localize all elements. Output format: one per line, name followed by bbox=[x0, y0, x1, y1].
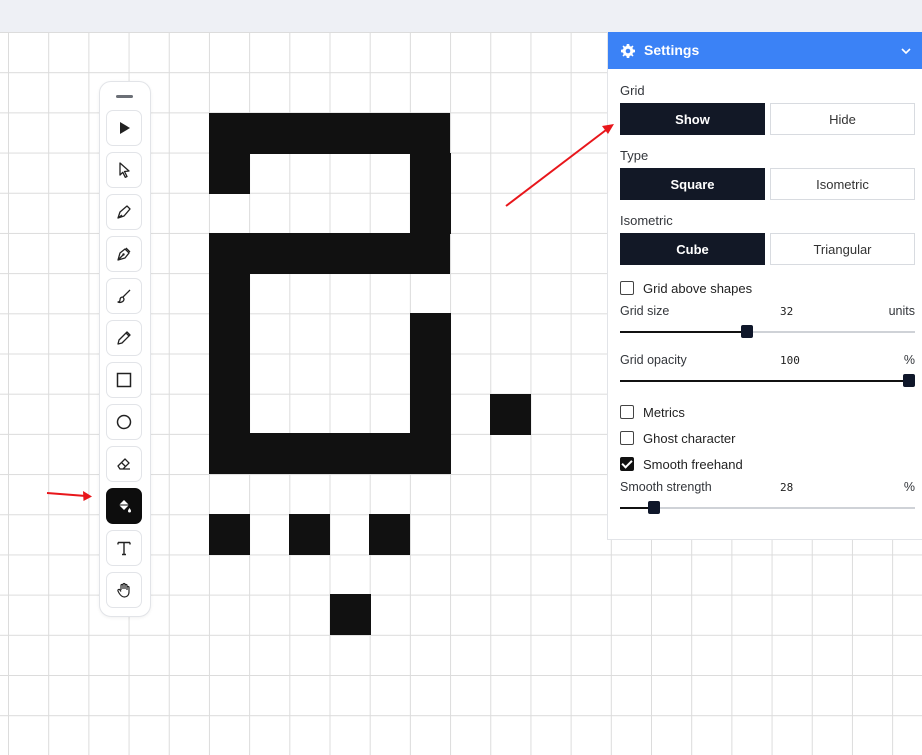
ghost-character-label: Ghost character bbox=[643, 430, 736, 446]
ellipse-tool-button[interactable] bbox=[106, 404, 142, 440]
brush-tool-button[interactable] bbox=[106, 278, 142, 314]
pen-tool-button[interactable] bbox=[106, 236, 142, 272]
grid-size-value: 32 bbox=[780, 305, 794, 318]
pixel-cell bbox=[490, 394, 531, 435]
nib-tool-button[interactable] bbox=[106, 194, 142, 230]
metrics-row[interactable]: Metrics bbox=[620, 404, 685, 420]
fill-tool-button[interactable] bbox=[106, 488, 142, 524]
grid-above-shapes-label: Grid above shapes bbox=[643, 280, 753, 296]
brush-nib-icon bbox=[117, 205, 131, 219]
chevron-down-icon[interactable] bbox=[899, 44, 913, 58]
gear-icon bbox=[621, 44, 635, 58]
grid-opacity-label: Grid opacity bbox=[620, 353, 687, 367]
settings-panel: Settings Grid Show Hide Type Square Isom… bbox=[607, 32, 922, 540]
pixel-cell bbox=[289, 514, 330, 555]
hand-icon bbox=[117, 582, 130, 598]
text-tool-button[interactable] bbox=[106, 530, 142, 566]
ghost-character-row[interactable]: Ghost character bbox=[620, 430, 736, 446]
metrics-checkbox[interactable] bbox=[620, 405, 634, 419]
grid-opacity-thumb[interactable] bbox=[903, 374, 915, 387]
drag-handle[interactable] bbox=[116, 95, 133, 98]
smooth-strength-row: Smooth strength 28 % bbox=[620, 480, 915, 496]
tool-palette bbox=[99, 81, 151, 617]
grid-size-row: Grid size 32 units bbox=[620, 304, 915, 320]
isometric-cube-button[interactable]: Cube bbox=[620, 233, 765, 265]
select-tool-button[interactable] bbox=[106, 110, 142, 146]
grid-size-label: Grid size bbox=[620, 304, 670, 318]
smooth-freehand-checkbox[interactable] bbox=[620, 457, 634, 471]
settings-title: Settings bbox=[644, 42, 700, 58]
type-isometric-button[interactable]: Isometric bbox=[770, 168, 915, 200]
metrics-label: Metrics bbox=[643, 404, 685, 420]
type-square-button[interactable]: Square bbox=[620, 168, 765, 200]
grid-opacity-fill bbox=[620, 380, 915, 382]
smooth-strength-unit: % bbox=[903, 480, 915, 494]
rectangle-tool-button[interactable] bbox=[106, 362, 142, 398]
grid-opacity-row: Grid opacity 100 % bbox=[620, 353, 915, 369]
grid-label: Grid bbox=[620, 83, 645, 98]
smooth-strength-slider[interactable] bbox=[620, 501, 915, 514]
eraser-icon bbox=[117, 458, 130, 470]
paintbrush-icon bbox=[117, 289, 131, 304]
pixel-cell bbox=[209, 433, 450, 474]
type-toggle: Square Isometric bbox=[620, 168, 915, 200]
pencil-tool-button[interactable] bbox=[106, 320, 142, 356]
grid-show-button[interactable]: Show bbox=[620, 103, 765, 135]
text-icon bbox=[117, 541, 131, 556]
grid-opacity-unit: % bbox=[903, 353, 915, 367]
smooth-strength-label: Smooth strength bbox=[620, 480, 712, 494]
pixel-cell bbox=[209, 233, 450, 274]
smooth-freehand-row[interactable]: Smooth freehand bbox=[620, 456, 743, 472]
pixel-cell bbox=[369, 514, 410, 555]
top-bar bbox=[0, 0, 922, 33]
pencil-icon bbox=[117, 331, 131, 345]
smooth-strength-value: 28 bbox=[780, 481, 794, 494]
grid-above-shapes-checkbox[interactable] bbox=[620, 281, 634, 295]
pixel-cell bbox=[209, 153, 250, 194]
grid-opacity-slider[interactable] bbox=[620, 374, 915, 387]
grid-opacity-value: 100 bbox=[780, 354, 800, 367]
pen-icon bbox=[117, 247, 131, 261]
pixel-cell bbox=[330, 594, 371, 635]
grid-size-thumb[interactable] bbox=[741, 325, 753, 338]
type-label: Type bbox=[620, 148, 649, 163]
isometric-label: Isometric bbox=[620, 213, 673, 228]
settings-header[interactable]: Settings bbox=[608, 32, 922, 69]
grid-size-slider[interactable] bbox=[620, 325, 915, 338]
isometric-triangular-button[interactable]: Triangular bbox=[770, 233, 915, 265]
smooth-freehand-label: Smooth freehand bbox=[643, 456, 743, 472]
ghost-character-checkbox[interactable] bbox=[620, 431, 634, 445]
fill-bucket-icon bbox=[117, 500, 131, 513]
grid-above-shapes-row[interactable]: Grid above shapes bbox=[620, 280, 752, 296]
play-select-icon bbox=[120, 122, 130, 134]
pointer-tool-button[interactable] bbox=[106, 152, 142, 188]
pixel-cell bbox=[209, 113, 450, 154]
grid-toggle: Show Hide bbox=[620, 103, 915, 135]
grid-size-fill bbox=[620, 331, 747, 333]
grid-size-unit: units bbox=[888, 304, 915, 318]
pixel-cell bbox=[410, 193, 451, 234]
eraser-tool-button[interactable] bbox=[106, 446, 142, 482]
circle-icon bbox=[116, 414, 132, 430]
rectangle-icon bbox=[116, 372, 132, 388]
pixel-cell bbox=[209, 514, 250, 555]
pixel-cell bbox=[410, 153, 451, 194]
grid-hide-button[interactable]: Hide bbox=[770, 103, 915, 135]
isometric-toggle: Cube Triangular bbox=[620, 233, 915, 265]
pointer-icon bbox=[119, 162, 130, 178]
hand-tool-button[interactable] bbox=[106, 572, 142, 608]
smooth-strength-thumb[interactable] bbox=[648, 501, 660, 514]
